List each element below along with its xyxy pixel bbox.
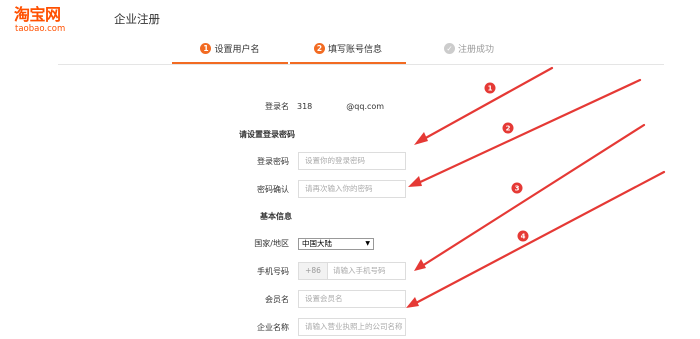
annotation-badge-3: 3 (515, 185, 520, 193)
step-set-username: 1 设置用户名 (172, 40, 288, 64)
check-icon: ✓ (443, 43, 455, 54)
country-label: 国家/地区 (254, 239, 289, 248)
annotation-badges: 1 2 3 4 (484, 82, 529, 242)
confirm-password-label: 密码确认 (257, 185, 289, 194)
dropdown-arrow-icon: ▼ (365, 240, 370, 247)
member-name-label: 会员名 (265, 295, 289, 304)
annotation-arrow-4 (412, 170, 666, 306)
step-registration-success: ✓ 注册成功 (414, 40, 524, 62)
annotation-arrow-1 (420, 66, 554, 142)
taobao-logo[interactable]: 淘宝网 taobao.com (14, 5, 106, 35)
arrowhead-1 (414, 132, 428, 145)
annotation-arrow-3 (420, 123, 646, 268)
phone-input[interactable]: 请输入手机号码 (333, 263, 386, 279)
logo-text-en: taobao.com (15, 24, 66, 34)
annotation-arrow-2 (414, 78, 642, 186)
annotation-badge-2: 2 (506, 125, 511, 133)
login-name-prefix: 318 (297, 102, 313, 111)
login-name-value: 318 @qq.com (297, 101, 384, 113)
logo-text-cn: 淘宝网 (14, 5, 61, 24)
step-label: 设置用户名 (214, 45, 260, 55)
phone-field[interactable]: +86 请输入手机号码 (298, 262, 406, 280)
step-fill-account-info: 2 填写账号信息 (290, 40, 406, 64)
header: 淘宝网 taobao.com 企业注册 (0, 0, 700, 40)
phone-label: 手机号码 (257, 267, 289, 276)
login-name-suffix: @qq.com (346, 102, 385, 111)
step-number: 1 (200, 43, 212, 54)
step-label: 注册成功 (457, 45, 494, 55)
phone-country-code: +86 (299, 263, 328, 279)
arrowhead-2 (408, 176, 422, 187)
country-select-value: 中国大陆 (302, 239, 332, 248)
password-input[interactable]: 设置你的登录密码 (298, 152, 406, 170)
company-name-input[interactable]: 请输入营业执照上的公司名称 (298, 318, 406, 336)
password-section-title: 请设置登录密码 (239, 130, 295, 139)
basic-info-section-title: 基本信息 (260, 212, 292, 221)
login-name-label: 登录名 (265, 102, 289, 111)
member-name-input[interactable]: 设置会员名 (298, 290, 406, 308)
country-select[interactable]: 中国大陆 ▼ (298, 238, 374, 250)
masked-text (312, 101, 347, 112)
arrowhead-3 (414, 259, 426, 271)
step-number: 2 (313, 43, 325, 54)
confirm-password-input[interactable]: 请再次输入你的密码 (298, 180, 406, 198)
annotation-badge-1: 1 (488, 85, 493, 93)
page-title: 企业注册 (114, 12, 160, 26)
annotation-badge-4: 4 (521, 233, 526, 241)
password-label: 登录密码 (257, 157, 289, 166)
step-progress: 1 设置用户名 2 填写账号信息 ✓ 注册成功 (58, 40, 664, 65)
company-name-label: 企业名称 (257, 323, 289, 332)
arrowhead-4 (406, 297, 419, 308)
step-label: 填写账号信息 (327, 45, 382, 55)
